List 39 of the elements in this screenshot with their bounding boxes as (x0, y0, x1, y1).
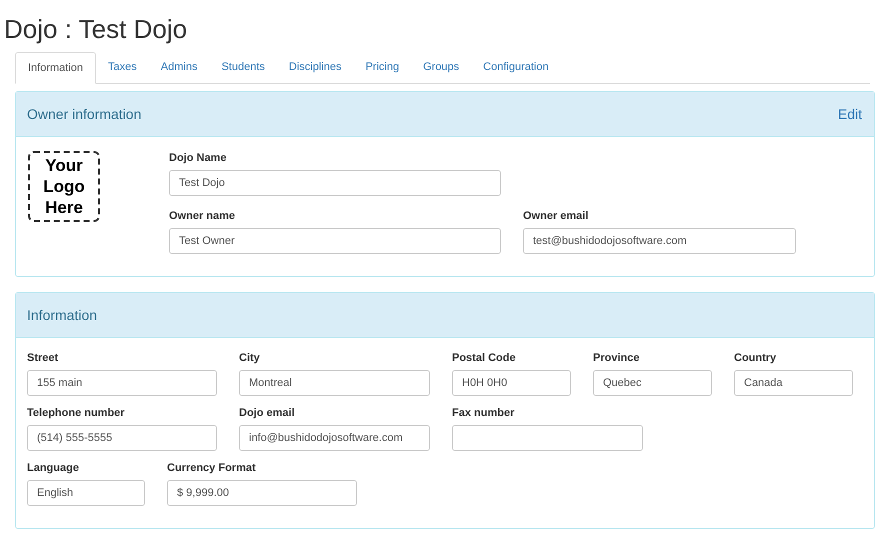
field-label: Fax number (452, 406, 516, 420)
field-label: Country (734, 351, 778, 365)
field-label: Province (593, 351, 640, 365)
edit-link[interactable]: Edit (838, 104, 862, 124)
tab[interactable]: Pricing (353, 52, 412, 83)
field-label: Postal Code (452, 351, 517, 365)
input-field[interactable]: (514) 555-5555 (27, 425, 217, 451)
field-label: Owner name (169, 209, 236, 223)
tab[interactable]: Taxes (96, 52, 149, 83)
logo: Your Logo Here (28, 151, 100, 222)
tab[interactable]: Configuration (471, 52, 561, 83)
tab[interactable]: Groups (411, 52, 472, 83)
input-field[interactable]: test@bushidodojosoftware.com (523, 228, 796, 254)
tab[interactable]: Information (15, 52, 96, 84)
field-label: Owner email (523, 209, 590, 223)
field-label: City (239, 351, 261, 365)
field-label: Language (27, 461, 80, 475)
input-field[interactable]: Montreal (239, 370, 430, 396)
field-label: Telephone number (27, 406, 126, 420)
tab[interactable]: Admins (148, 52, 210, 83)
input-field[interactable]: 155 main (27, 370, 217, 396)
field-label: Dojo Name (169, 151, 228, 165)
input-field[interactable]: H0H 0H0 (452, 370, 571, 396)
tab[interactable]: Disciplines (276, 52, 354, 83)
tab[interactable]: Students (209, 52, 277, 83)
panel-heading: Information (27, 306, 98, 324)
page-title: Dojo : Test Dojo (3, 13, 188, 46)
input-field[interactable]: English (27, 480, 145, 506)
input-field[interactable]: info@bushidodojosoftware.com (239, 425, 430, 451)
input-field[interactable]: $ 9,999.00 (167, 480, 357, 506)
input-field[interactable]: Test Owner (169, 228, 501, 254)
input-field[interactable]: Quebec (593, 370, 712, 396)
panel-heading: Owner information (27, 104, 142, 124)
input-field[interactable]: Canada (734, 370, 853, 396)
field-label: Street (27, 351, 60, 365)
field-label: Dojo email (239, 406, 296, 420)
input-field[interactable] (452, 425, 643, 451)
input-field[interactable]: Test Dojo (169, 170, 501, 196)
field-label: Currency Format (167, 461, 257, 475)
